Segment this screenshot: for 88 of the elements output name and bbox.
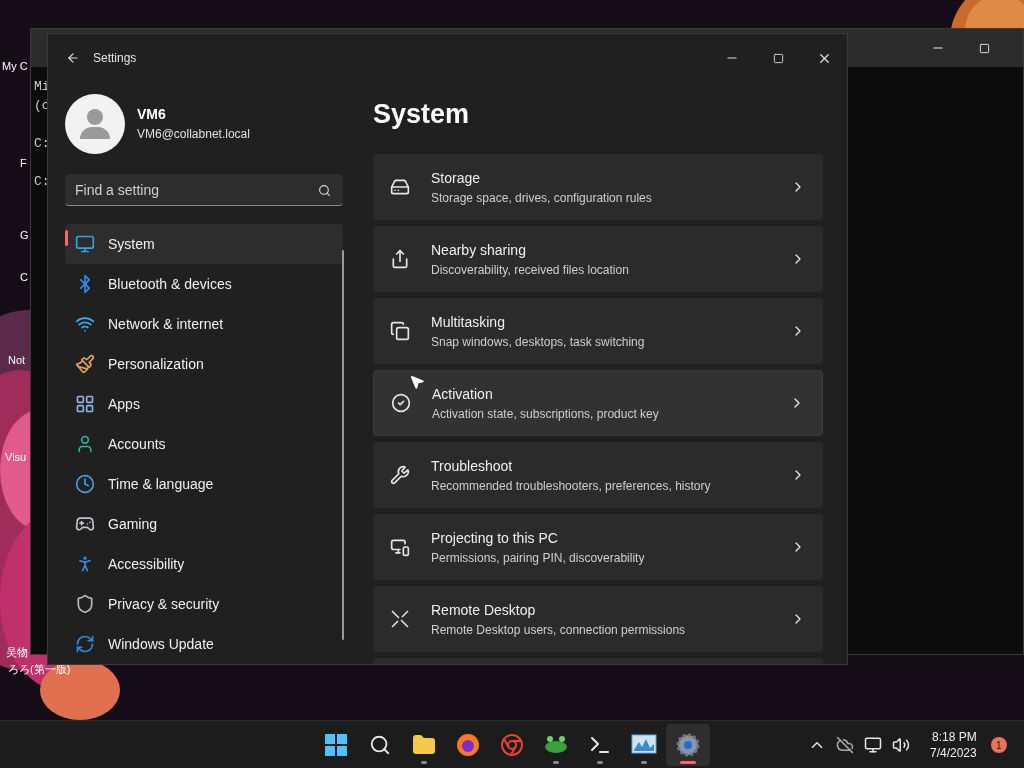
cloud-off-icon[interactable] bbox=[836, 736, 854, 754]
shield-icon bbox=[75, 594, 95, 614]
card-subtitle: Remote Desktop users, connection permissions bbox=[431, 621, 686, 639]
settings-card[interactable]: Activation Activation state, subscriptions, product key bbox=[373, 370, 823, 436]
card-title: Storage bbox=[431, 168, 482, 188]
user-email: VM6@collabnet.local bbox=[137, 126, 250, 143]
nav-item[interactable]: System bbox=[65, 224, 343, 264]
card-title: Nearby sharing bbox=[431, 240, 527, 260]
notification-badge[interactable]: 1 bbox=[990, 737, 1007, 753]
card-title: Activation bbox=[432, 384, 494, 404]
settings-card[interactable]: Storage Storage space, drives, configuration rules bbox=[373, 154, 823, 220]
maximize-icon bbox=[772, 52, 784, 64]
display-icon bbox=[75, 234, 95, 254]
clock-time[interactable]: 8:18 PM bbox=[932, 729, 977, 745]
remote-desktop-icon bbox=[390, 609, 410, 629]
card-title: Troubleshoot bbox=[431, 456, 514, 476]
desktop-icon-label[interactable]: Visu bbox=[5, 450, 27, 464]
selection-indicator bbox=[65, 230, 68, 246]
card-subtitle: Storage space, drives, configuration rules bbox=[431, 189, 652, 207]
running-indicator bbox=[680, 761, 696, 764]
mouse-pointer-icon bbox=[409, 374, 425, 390]
devices-icon bbox=[390, 537, 410, 557]
wrench-icon bbox=[390, 465, 410, 485]
window-title: Settings bbox=[93, 50, 137, 67]
wifi-icon bbox=[75, 314, 95, 334]
nav-item[interactable]: Personalization bbox=[65, 344, 343, 384]
volume-icon[interactable] bbox=[892, 736, 910, 754]
terminal-line: Mi bbox=[34, 78, 50, 96]
page-title: System bbox=[373, 98, 471, 131]
nav-item[interactable]: Accounts bbox=[65, 424, 343, 464]
nav-item[interactable]: Windows Update bbox=[65, 624, 343, 664]
running-indicator bbox=[553, 761, 559, 764]
desktop-icon-label[interactable]: C bbox=[20, 270, 28, 284]
drive-icon bbox=[390, 177, 410, 197]
desktop-icon-label[interactable]: F bbox=[20, 156, 27, 170]
nav-item[interactable]: Apps bbox=[65, 384, 343, 424]
card-title: Remote Desktop bbox=[431, 600, 537, 620]
chart-monitor-icon bbox=[631, 734, 657, 756]
settings-card[interactable]: Multitasking Snap windows, desktops, task switching bbox=[373, 298, 823, 364]
running-indicator bbox=[421, 761, 427, 764]
search-field[interactable]: Find a setting bbox=[65, 174, 343, 206]
person-icon bbox=[75, 434, 95, 454]
search-icon bbox=[318, 184, 331, 197]
card-subtitle: Discoverability, received files location bbox=[431, 261, 629, 279]
desktop-icon-label[interactable]: G bbox=[20, 228, 29, 242]
windows-stack-icon bbox=[390, 321, 410, 341]
search-icon bbox=[369, 734, 391, 756]
settings-card[interactable]: Troubleshoot Recommended troubleshooters, preferences, history bbox=[373, 442, 823, 508]
card-subtitle: Snap windows, desktops, task switching bbox=[431, 333, 645, 351]
user-name: VM6 bbox=[137, 105, 167, 124]
maximize-icon bbox=[978, 42, 990, 54]
network-icon[interactable] bbox=[864, 736, 882, 754]
desktop-icon-label[interactable]: My C bbox=[2, 59, 28, 73]
desktop-icon-label[interactable]: Not bbox=[8, 353, 26, 367]
folder-icon bbox=[412, 733, 436, 757]
desktop-icon-label[interactable]: 吴物 bbox=[6, 645, 28, 659]
nav-item[interactable]: Gaming bbox=[65, 504, 343, 544]
card-subtitle: Recommended troubleshooters, preferences, history bbox=[431, 477, 711, 495]
nav-item[interactable]: Privacy & security bbox=[65, 584, 343, 624]
check-circle-icon bbox=[391, 393, 411, 413]
nav-item[interactable]: Network & internet bbox=[65, 304, 343, 344]
back-icon[interactable] bbox=[66, 51, 80, 65]
chrome-icon bbox=[500, 733, 524, 757]
settings-card[interactable]: Projecting to this PC Permissions, pairing PIN, discoverability bbox=[373, 514, 823, 580]
card-title: Multitasking bbox=[431, 312, 506, 332]
nav-item[interactable]: Bluetooth & devices bbox=[65, 264, 343, 304]
card-subtitle: Activation state, subscriptions, product key bbox=[432, 405, 659, 423]
start-icon bbox=[325, 734, 347, 756]
share-icon bbox=[390, 249, 410, 269]
clock-globe-icon bbox=[75, 474, 95, 494]
terminal-line: C: bbox=[34, 135, 50, 153]
settings-card[interactable]: Remote Desktop Remote Desktop users, connection permissions bbox=[373, 586, 823, 652]
gamepad-icon bbox=[75, 514, 95, 534]
paintbrush-icon bbox=[75, 354, 95, 374]
card-subtitle: Permissions, pairing PIN, discoverability bbox=[431, 549, 645, 567]
running-indicator bbox=[641, 761, 647, 764]
running-indicator bbox=[597, 761, 603, 764]
card-title: Projecting to this PC bbox=[431, 528, 559, 548]
fox-globe-icon bbox=[456, 733, 480, 757]
nav-item[interactable]: Accessibility bbox=[65, 544, 343, 584]
gear-icon bbox=[676, 733, 700, 757]
clock-date[interactable]: 7/4/2023 bbox=[930, 745, 977, 761]
desktop-icon-label[interactable]: ろろ(第一版) bbox=[8, 662, 71, 676]
nav-item[interactable]: Time & language bbox=[65, 464, 343, 504]
terminal-line: C: bbox=[34, 173, 50, 191]
settings-card[interactable]: Nearby sharing Discoverability, received files location bbox=[373, 226, 823, 292]
refresh-icon bbox=[75, 634, 95, 654]
apps-grid-icon bbox=[75, 394, 95, 414]
